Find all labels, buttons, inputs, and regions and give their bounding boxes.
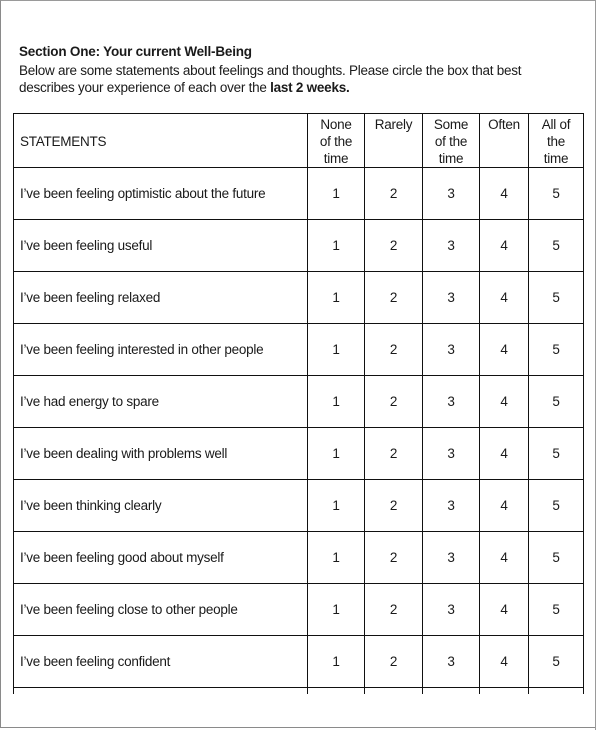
statement-cell: I’ve been feeling useful xyxy=(13,219,308,272)
rating-option-all[interactable]: 5 xyxy=(528,271,584,324)
rating-option-none[interactable]: 1 xyxy=(307,531,365,584)
rating-option-some[interactable]: 3 xyxy=(422,635,480,688)
rating-option-none[interactable]: 1 xyxy=(307,375,365,428)
table-row: I’ve been feeling useful 1 2 3 4 5 xyxy=(13,219,584,272)
rating-option-some[interactable]: 3 xyxy=(422,219,480,272)
rating-option-often[interactable]: 4 xyxy=(479,219,529,272)
section-intro: Below are some statements about feelings… xyxy=(19,62,579,96)
rating-option-none[interactable]: 1 xyxy=(307,479,365,532)
continuation-cell xyxy=(364,687,423,694)
rating-option-often[interactable]: 4 xyxy=(479,323,529,376)
rating-option-all[interactable]: 5 xyxy=(528,531,584,584)
table-row: I’ve been feeling interested in other pe… xyxy=(13,323,584,376)
continuation-cell xyxy=(528,687,584,694)
page-edge xyxy=(595,0,600,730)
rating-option-rarely[interactable]: 2 xyxy=(364,375,423,428)
column-header-label: All of the time xyxy=(541,117,571,166)
column-header-label: None of the time xyxy=(319,117,353,166)
statement-cell: I’ve been feeling good about myself xyxy=(13,531,308,584)
column-header-some: Some of the time xyxy=(422,113,480,168)
rating-option-none[interactable]: 1 xyxy=(307,635,365,688)
section-heading: Section One: Your current Well-Being xyxy=(19,44,252,59)
rating-option-none[interactable]: 1 xyxy=(307,167,365,220)
rating-option-some[interactable]: 3 xyxy=(422,167,480,220)
rating-option-none[interactable]: 1 xyxy=(307,219,365,272)
column-header-rarely: Rarely xyxy=(364,113,423,168)
column-header-often: Often xyxy=(479,113,529,168)
table-row: I’ve been feeling relaxed 1 2 3 4 5 xyxy=(13,271,584,324)
continuation-cell xyxy=(479,687,529,694)
rating-option-often[interactable]: 4 xyxy=(479,375,529,428)
continuation-cell xyxy=(422,687,480,694)
rating-option-rarely[interactable]: 2 xyxy=(364,479,423,532)
rating-option-rarely[interactable]: 2 xyxy=(364,271,423,324)
statements-header: STATEMENTS xyxy=(13,113,308,168)
rating-option-all[interactable]: 5 xyxy=(528,167,584,220)
rating-option-rarely[interactable]: 2 xyxy=(364,219,423,272)
rating-option-often[interactable]: 4 xyxy=(479,479,529,532)
statement-cell: I’ve been feeling confident xyxy=(13,635,308,688)
table-row: I’ve been feeling good about myself 1 2 3 4 5 xyxy=(13,531,584,584)
rating-option-often[interactable]: 4 xyxy=(479,167,529,220)
column-header-label: Some of the time xyxy=(433,117,469,166)
continuation-cell xyxy=(13,687,308,694)
column-header-all: All of the time xyxy=(528,113,584,168)
rating-option-often[interactable]: 4 xyxy=(479,271,529,324)
table-row: I’ve been feeling optimistic about the f… xyxy=(13,167,584,220)
rating-option-some[interactable]: 3 xyxy=(422,479,480,532)
column-header-none: None of the time xyxy=(307,113,365,168)
rating-option-often[interactable]: 4 xyxy=(479,635,529,688)
rating-option-all[interactable]: 5 xyxy=(528,323,584,376)
statement-cell: I’ve been dealing with problems well xyxy=(13,427,308,480)
wellbeing-table: STATEMENTS None of the time Rarely Some … xyxy=(13,113,584,694)
rating-option-all[interactable]: 5 xyxy=(528,219,584,272)
rating-option-some[interactable]: 3 xyxy=(422,583,480,636)
rating-option-often[interactable]: 4 xyxy=(479,427,529,480)
rating-option-all[interactable]: 5 xyxy=(528,583,584,636)
table-row: I’ve been feeling close to other people 1… xyxy=(13,583,584,636)
table-row: I’ve been dealing with problems well 1 2 3 4… xyxy=(13,427,584,480)
rating-option-all[interactable]: 5 xyxy=(528,635,584,688)
table-row: I’ve been feeling confident 1 2 3 4 5 xyxy=(13,635,584,688)
rating-option-often[interactable]: 4 xyxy=(479,531,529,584)
rating-option-none[interactable]: 1 xyxy=(307,583,365,636)
rating-option-some[interactable]: 3 xyxy=(422,427,480,480)
rating-option-some[interactable]: 3 xyxy=(422,531,480,584)
rating-option-all[interactable]: 5 xyxy=(528,479,584,532)
rating-option-rarely[interactable]: 2 xyxy=(364,323,423,376)
rating-option-some[interactable]: 3 xyxy=(422,323,480,376)
intro-bold-period: last 2 weeks. xyxy=(270,80,350,95)
table-continuation-row xyxy=(13,687,584,694)
rating-option-all[interactable]: 5 xyxy=(528,427,584,480)
rating-option-rarely[interactable]: 2 xyxy=(364,531,423,584)
statement-cell: I’ve been feeling relaxed xyxy=(13,271,308,324)
rating-option-some[interactable]: 3 xyxy=(422,271,480,324)
header-row: STATEMENTS None of the time Rarely Some … xyxy=(13,113,584,168)
statement-cell: I’ve been thinking clearly xyxy=(13,479,308,532)
rating-option-none[interactable]: 1 xyxy=(307,427,365,480)
statement-cell: I’ve been feeling interested in other pe… xyxy=(13,323,308,376)
statement-cell: I’ve been feeling close to other people xyxy=(13,583,308,636)
statement-cell: I’ve been feeling optimistic about the f… xyxy=(13,167,308,220)
rating-option-rarely[interactable]: 2 xyxy=(364,167,423,220)
table-row: I’ve been thinking clearly 1 2 3 4 5 xyxy=(13,479,584,532)
statement-cell: I’ve had energy to spare xyxy=(13,375,308,428)
rating-option-rarely[interactable]: 2 xyxy=(364,583,423,636)
rating-option-often[interactable]: 4 xyxy=(479,583,529,636)
rating-option-none[interactable]: 1 xyxy=(307,323,365,376)
continuation-cell xyxy=(307,687,365,694)
rating-option-rarely[interactable]: 2 xyxy=(364,427,423,480)
rating-option-some[interactable]: 3 xyxy=(422,375,480,428)
rating-option-rarely[interactable]: 2 xyxy=(364,635,423,688)
rating-option-none[interactable]: 1 xyxy=(307,271,365,324)
rating-option-all[interactable]: 5 xyxy=(528,375,584,428)
table-row: I’ve had energy to spare 1 2 3 4 5 xyxy=(13,375,584,428)
